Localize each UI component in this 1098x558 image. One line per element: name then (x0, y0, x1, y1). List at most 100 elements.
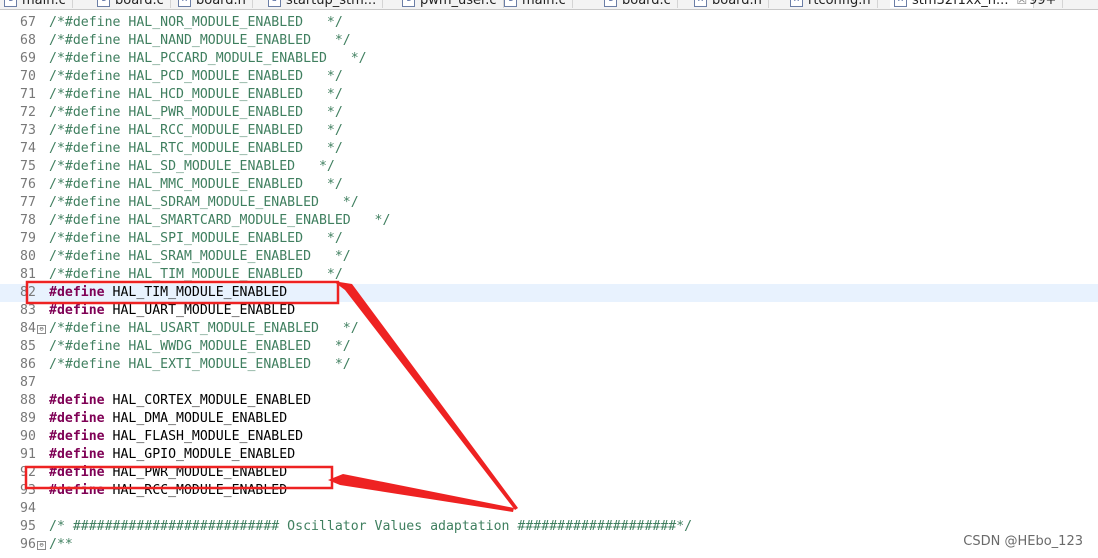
tab-c-6[interactable]: c board.c (600, 0, 678, 8)
code-text: /*#define HAL_NOR_MODULE_ENABLED */ (49, 14, 343, 32)
macro-name: HAL_UART_MODULE_ENABLED (104, 303, 296, 318)
define-keyword: #define (49, 447, 105, 462)
comment-text: /*#define HAL_SPI_MODULE_ENABLED */ (49, 231, 343, 246)
code-line[interactable]: 86 /*#define HAL_EXTI_MODULE_ENABLED */ (0, 356, 1098, 374)
code-line[interactable]: 69 /*#define HAL_PCCARD_MODULE_ENABLED */ (0, 50, 1098, 68)
code-text: /*#define HAL_RTC_MODULE_ENABLED */ (49, 140, 343, 158)
line-number: 71 (20, 87, 36, 102)
code-line[interactable]: 68 /*#define HAL_NAND_MODULE_ENABLED */ (0, 32, 1098, 50)
code-line[interactable]: 87 (0, 374, 1098, 392)
comment-text: /* ########################## Oscillator… (49, 519, 693, 534)
comment-text: /*#define HAL_MMC_MODULE_ENABLED */ (49, 177, 343, 192)
tab-c-5[interactable]: c main.c (500, 0, 573, 8)
code-line[interactable]: 70 /*#define HAL_PCD_MODULE_ENABLED */ (0, 68, 1098, 86)
tab-h-8[interactable]: h rtconfig.h (786, 0, 878, 8)
line-number: 90 (20, 429, 36, 444)
code-text: /*#define HAL_SRAM_MODULE_ENABLED */ (49, 248, 351, 266)
line-number: 68 (20, 33, 36, 48)
code-line[interactable]: 89 #define HAL_DMA_MODULE_ENABLED (0, 410, 1098, 428)
line-number: 81 (20, 267, 36, 282)
comment-text: /*#define HAL_PWR_MODULE_ENABLED */ (49, 105, 343, 120)
tab-h-9[interactable]: hstm32f1xx_h...☒ (890, 0, 1035, 8)
tab-c-4[interactable]: c pwm_user.c (398, 0, 504, 8)
tab-h-7[interactable]: h board.h (690, 0, 769, 8)
code-line[interactable]: 88 #define HAL_CORTEX_MODULE_ENABLED (0, 392, 1098, 410)
macro-name: HAL_CORTEX_MODULE_ENABLED (104, 393, 312, 408)
code-text: #define HAL_UART_MODULE_ENABLED (49, 302, 295, 320)
tab-label: board.c (115, 0, 164, 8)
code-line[interactable]: 84 ⊖/*#define HAL_USART_MODULE_ENABLED */ (0, 320, 1098, 338)
csdn-watermark: CSDN @HEbo_123 (963, 534, 1083, 549)
code-text: /*#define HAL_EXTI_MODULE_ENABLED */ (49, 356, 351, 374)
line-number: 89 (20, 411, 36, 426)
code-line[interactable]: 73 /*#define HAL_RCC_MODULE_ENABLED */ (0, 122, 1098, 140)
line-number: 83 (20, 303, 36, 318)
code-line[interactable]: 83 #define HAL_UART_MODULE_ENABLED (0, 302, 1098, 320)
code-line[interactable]: 96 ⊖/** (0, 536, 1098, 554)
fold-toggle-icon[interactable]: ⊖ (37, 325, 46, 334)
c-file-icon: c (604, 0, 617, 7)
line-number: 74 (20, 141, 36, 156)
define-keyword: #define (49, 393, 105, 408)
comment-text: /** (49, 537, 73, 552)
code-line[interactable]: 78 /*#define HAL_SMARTCARD_MODULE_ENABLED… (0, 212, 1098, 230)
comment-text: /*#define HAL_WWDG_MODULE_ENABLED */ (49, 339, 351, 354)
h-file-icon: h (178, 0, 191, 7)
code-line[interactable]: 67 /*#define HAL_NOR_MODULE_ENABLED */ (0, 14, 1098, 32)
macro-name: HAL_RCC_MODULE_ENABLED (104, 483, 288, 498)
tab-label: board.h (712, 0, 762, 8)
code-line[interactable]: 76 /*#define HAL_MMC_MODULE_ENABLED */ (0, 176, 1098, 194)
code-line[interactable]: 71 /*#define HAL_HCD_MODULE_ENABLED */ (0, 86, 1098, 104)
code-line[interactable]: 95 /* ########################## Oscillat… (0, 518, 1098, 536)
code-line[interactable]: 91 #define HAL_GPIO_MODULE_ENABLED (0, 446, 1098, 464)
tab-c-0[interactable]: c main.c (0, 0, 73, 8)
code-text: /*#define HAL_RCC_MODULE_ENABLED */ (49, 122, 343, 140)
comment-text: /*#define HAL_SDRAM_MODULE_ENABLED */ (49, 195, 359, 210)
code-text: #define HAL_TIM_MODULE_ENABLED (49, 284, 287, 302)
code-line[interactable]: 80 /*#define HAL_SRAM_MODULE_ENABLED */ (0, 248, 1098, 266)
code-line[interactable]: 93 #define HAL_RCC_MODULE_ENABLED (0, 482, 1098, 500)
define-keyword: #define (49, 303, 105, 318)
code-text: #define HAL_FLASH_MODULE_ENABLED (49, 428, 303, 446)
code-line[interactable]: 79 /*#define HAL_SPI_MODULE_ENABLED */ (0, 230, 1098, 248)
code-line[interactable]: 90 #define HAL_FLASH_MODULE_ENABLED (0, 428, 1098, 446)
code-line[interactable]: 94 (0, 500, 1098, 518)
line-number: 93 (20, 483, 36, 498)
c-file-icon: c (4, 0, 17, 7)
code-text: #define HAL_PWR_MODULE_ENABLED (49, 464, 287, 482)
code-editor[interactable]: 67 /*#define HAL_NOR_MODULE_ENABLED */ 68 /… (0, 14, 1098, 558)
comment-text: /*#define HAL_HCD_MODULE_ENABLED */ (49, 87, 343, 102)
fold-toggle-icon[interactable]: ⊖ (37, 541, 46, 550)
code-line[interactable]: 77 /*#define HAL_SDRAM_MODULE_ENABLED */ (0, 194, 1098, 212)
editor-tab-bar: cmain.ccboard.chboard.hsstartup_stm...cp… (0, 0, 1098, 10)
code-line[interactable]: 74 /*#define HAL_RTC_MODULE_ENABLED */ (0, 140, 1098, 158)
tab-label: startup_stm... (286, 0, 377, 8)
comment-text: /*#define HAL_PCD_MODULE_ENABLED */ (49, 69, 343, 84)
h-file-icon: h (894, 0, 907, 7)
code-line[interactable]: 75 /*#define HAL_SD_MODULE_ENABLED */ (0, 158, 1098, 176)
macro-name: HAL_PWR_MODULE_ENABLED (104, 465, 288, 480)
define-keyword: #define (49, 285, 105, 300)
tab-overflow-10[interactable]: 99+ (1025, 0, 1064, 8)
tab-s-3[interactable]: s startup_stm... (264, 0, 384, 8)
tab-c-1[interactable]: c board.c (93, 0, 171, 8)
comment-text: /*#define HAL_NAND_MODULE_ENABLED */ (49, 33, 351, 48)
define-keyword: #define (49, 429, 105, 444)
line-number: 69 (20, 51, 36, 66)
code-line[interactable]: 85 /*#define HAL_WWDG_MODULE_ENABLED */ (0, 338, 1098, 356)
code-line[interactable]: 82 #define HAL_TIM_MODULE_ENABLED (0, 284, 1098, 302)
tab-h-2[interactable]: h board.h (174, 0, 253, 8)
line-number: 75 (20, 159, 36, 174)
code-line[interactable]: 81 /*#define HAL_TIM_MODULE_ENABLED */ (0, 266, 1098, 284)
code-line[interactable]: 92 #define HAL_PWR_MODULE_ENABLED (0, 464, 1098, 482)
define-keyword: #define (49, 411, 105, 426)
comment-text: /*#define HAL_RCC_MODULE_ENABLED */ (49, 123, 343, 138)
c-file-icon: c (97, 0, 110, 7)
c-file-icon: c (504, 0, 517, 7)
line-number: 67 (20, 15, 36, 30)
macro-name: HAL_GPIO_MODULE_ENABLED (104, 447, 296, 462)
line-number: 91 (20, 447, 36, 462)
line-number: 76 (20, 177, 36, 192)
line-number: 82 (20, 285, 36, 300)
code-line[interactable]: 72 /*#define HAL_PWR_MODULE_ENABLED */ (0, 104, 1098, 122)
